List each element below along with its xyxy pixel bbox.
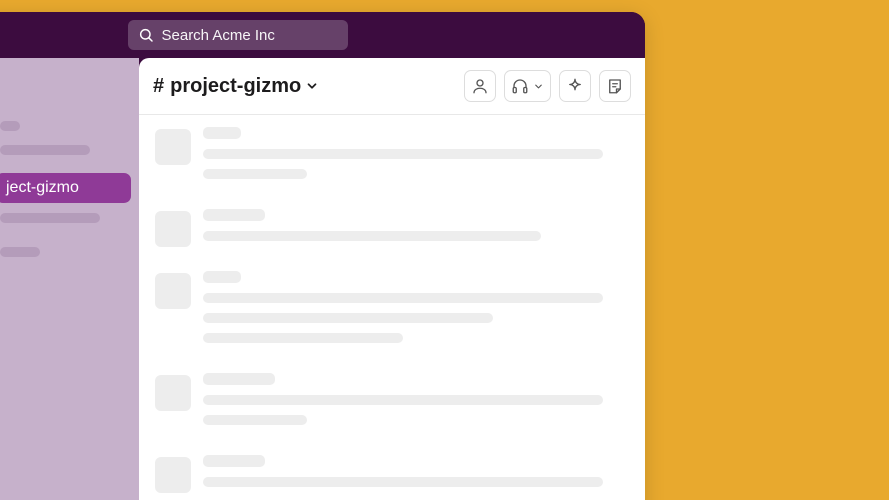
main-panel: # project-gizmo <box>139 58 645 500</box>
placeholder-line <box>203 169 307 179</box>
message-placeholder <box>155 449 629 500</box>
sidebar-placeholder <box>0 247 40 257</box>
placeholder-line <box>203 477 603 487</box>
notes-button[interactable] <box>599 70 631 102</box>
avatar <box>155 211 191 247</box>
placeholder-line <box>203 313 493 323</box>
placeholder-line <box>203 271 241 283</box>
message-list <box>139 115 645 500</box>
channel-title-button[interactable]: # project-gizmo <box>153 75 319 98</box>
message-placeholder <box>155 203 629 265</box>
sparkle-icon <box>566 77 584 95</box>
avatar <box>155 375 191 411</box>
search-input[interactable]: Search Acme Inc <box>128 20 348 50</box>
chevron-down-icon <box>305 79 319 93</box>
huddle-button[interactable] <box>504 70 551 102</box>
sidebar: Inc ject-gizmo <box>0 58 139 500</box>
placeholder-line <box>203 293 603 303</box>
sidebar-item-label: ject-gizmo <box>6 179 79 197</box>
avatar <box>155 273 191 309</box>
sidebar-placeholder-list <box>0 213 139 271</box>
canvas-button[interactable] <box>559 70 591 102</box>
placeholder-line <box>203 127 241 139</box>
placeholder-line <box>203 395 603 405</box>
search-placeholder: Search Acme Inc <box>162 27 275 44</box>
placeholder-line <box>203 149 603 159</box>
members-button[interactable] <box>464 70 496 102</box>
workspace-switcher[interactable]: Inc <box>0 76 139 121</box>
placeholder-line <box>203 209 265 221</box>
placeholder-line <box>203 455 265 467</box>
sidebar-placeholder <box>0 145 90 155</box>
message-placeholder <box>155 121 629 203</box>
hash-icon: # <box>153 75 164 98</box>
sidebar-placeholder <box>0 121 20 131</box>
message-placeholder <box>155 265 629 367</box>
top-bar: Search Acme Inc <box>0 12 645 58</box>
search-icon <box>138 27 154 43</box>
placeholder-line <box>203 333 403 343</box>
chevron-down-icon <box>533 81 544 92</box>
sidebar-item-project-gizmo[interactable]: ject-gizmo <box>0 173 131 203</box>
person-icon <box>471 77 489 95</box>
placeholder-line <box>203 373 275 385</box>
sidebar-placeholder <box>0 213 100 223</box>
app-window: Search Acme Inc Inc jec <box>0 12 645 500</box>
sidebar-placeholder-list <box>0 121 139 169</box>
avatar <box>155 129 191 165</box>
placeholder-line <box>203 231 541 241</box>
channel-header: # project-gizmo <box>139 58 645 115</box>
channel-name: project-gizmo <box>170 75 301 98</box>
note-icon <box>606 77 624 95</box>
message-placeholder <box>155 367 629 449</box>
avatar <box>155 457 191 493</box>
headphones-icon <box>511 77 529 95</box>
placeholder-line <box>203 415 307 425</box>
